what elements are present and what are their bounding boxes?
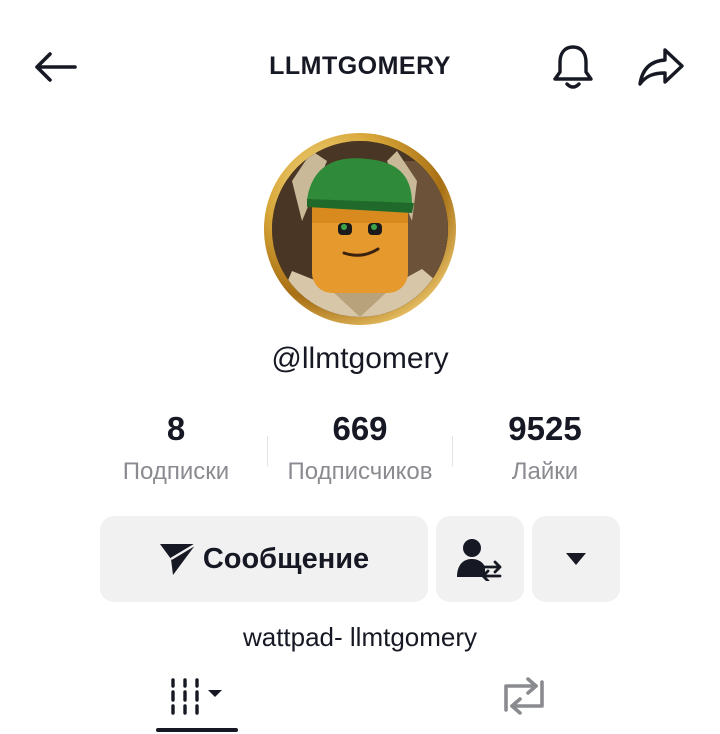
share-button[interactable]	[632, 38, 690, 96]
repost-icon	[504, 677, 544, 715]
more-options-button[interactable]	[532, 516, 620, 602]
stat-likes-value: 9525	[508, 410, 582, 447]
stat-followers[interactable]: 669 Подписчиков	[260, 410, 460, 486]
stat-following-label: Подписки	[122, 458, 230, 485]
stat-followers-value: 669	[332, 410, 388, 447]
message-button-label: Сообщение	[202, 542, 370, 575]
paper-plane-icon	[159, 542, 197, 575]
stat-likes[interactable]: 9525 Лайки	[445, 410, 645, 486]
bell-icon	[553, 45, 593, 89]
person-swap-icon	[457, 539, 502, 581]
tab-videos[interactable]	[156, 670, 238, 722]
tab-reposts[interactable]	[486, 670, 562, 722]
message-button[interactable]: Сообщение	[100, 516, 428, 602]
share-arrow-icon	[638, 48, 684, 86]
add-friend-button[interactable]	[436, 516, 524, 602]
page-title: LLMTGOMERY	[269, 52, 451, 80]
grid-bars-icon	[171, 678, 222, 715]
notification-bell-button[interactable]	[544, 38, 602, 96]
profile-handle: @llmtgomery	[271, 342, 449, 375]
stat-following-value: 8	[166, 410, 186, 447]
top-bar: LLMTGOMERY	[0, 0, 720, 130]
tab-active-indicator	[156, 728, 238, 732]
avatar-image	[272, 141, 448, 317]
back-button[interactable]	[28, 40, 82, 94]
stat-following[interactable]: 8 Подписки	[76, 410, 276, 486]
avatar[interactable]	[264, 133, 456, 325]
caret-down-icon	[566, 553, 586, 565]
stat-followers-label: Подписчиков	[287, 458, 433, 485]
lego-minifigure-avatar	[272, 141, 448, 317]
arrow-left-icon	[35, 52, 77, 82]
stat-likes-label: Лайки	[511, 458, 579, 485]
profile-bio: wattpad- llmtgomery	[242, 622, 478, 652]
